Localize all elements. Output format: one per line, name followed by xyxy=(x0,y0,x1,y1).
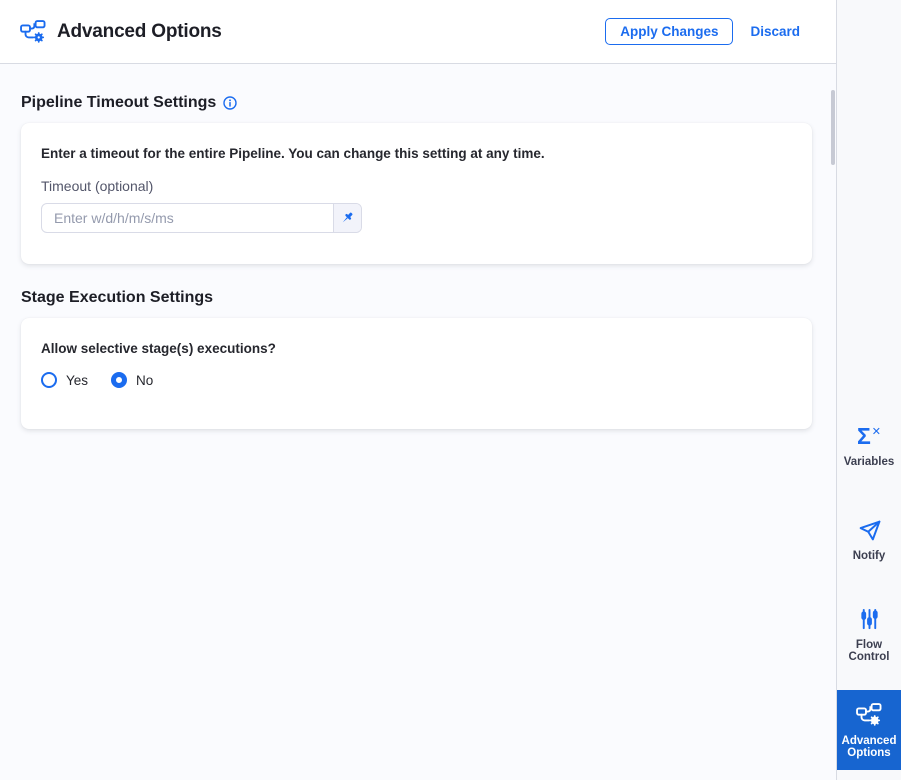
timeout-field-label: Timeout (optional) xyxy=(41,178,154,194)
pin-input-type-button[interactable] xyxy=(333,204,361,232)
selective-stages-radio-group: Yes No xyxy=(41,372,792,388)
pushpin-icon xyxy=(340,211,355,226)
sidebar-item-variables[interactable]: Σ ✕ Variables xyxy=(837,423,901,468)
stage-execution-heading-row: Stage Execution Settings xyxy=(21,289,812,307)
sidebar-item-notify[interactable]: Notify xyxy=(837,517,901,562)
radio-label: No xyxy=(136,372,154,388)
advanced-options-panel: Advanced Options Apply Changes Discard P… xyxy=(0,0,901,780)
radio-option-yes[interactable]: Yes xyxy=(41,372,88,388)
page-title: Advanced Options xyxy=(57,20,222,42)
radio-option-no[interactable]: No xyxy=(111,372,153,388)
radio-circle[interactable] xyxy=(41,372,57,388)
stage-execution-heading: Stage Execution Settings xyxy=(21,289,214,306)
pipeline-timeout-card: Enter a timeout for the entire Pipeline.… xyxy=(21,123,812,264)
paper-plane-icon xyxy=(857,517,882,543)
apply-changes-button[interactable]: Apply Changes xyxy=(605,18,734,45)
pipeline-timeout-heading-row: Pipeline Timeout Settings xyxy=(21,94,812,112)
stage-execution-card: Allow selective stage(s) executions? Yes… xyxy=(21,318,812,429)
timeout-input[interactable] xyxy=(42,204,333,232)
discard-link[interactable]: Discard xyxy=(750,24,800,39)
main-panel: Advanced Options Apply Changes Discard P… xyxy=(0,0,836,780)
info-circle-icon[interactable] xyxy=(223,96,237,110)
pipeline-gear-icon xyxy=(20,19,47,44)
radio-label: Yes xyxy=(66,372,89,388)
sliders-icon xyxy=(858,606,881,632)
sidebar-item-advanced-options[interactable]: Advanced Options xyxy=(837,690,901,770)
selective-stages-question: Allow selective stage(s) executions? xyxy=(41,341,276,356)
vertical-scrollbar-thumb[interactable] xyxy=(831,90,835,165)
header-actions: Apply Changes Discard xyxy=(605,18,800,45)
pipeline-gear-icon xyxy=(856,701,882,727)
settings-content: Pipeline Timeout Settings Enter a timeou… xyxy=(0,64,836,429)
radio-circle[interactable] xyxy=(111,372,128,388)
panel-header: Advanced Options Apply Changes Discard xyxy=(0,0,836,64)
sigma-x-icon: Σ ✕ xyxy=(856,422,882,449)
right-toolbar: Σ ✕ Variables Notify Flow Control Advanc… xyxy=(836,0,901,780)
timeout-description: Enter a timeout for the entire Pipeline.… xyxy=(41,146,545,161)
timeout-input-group xyxy=(41,203,362,233)
pipeline-timeout-heading: Pipeline Timeout Settings xyxy=(21,94,217,111)
sidebar-item-flow-control[interactable]: Flow Control xyxy=(837,606,901,663)
